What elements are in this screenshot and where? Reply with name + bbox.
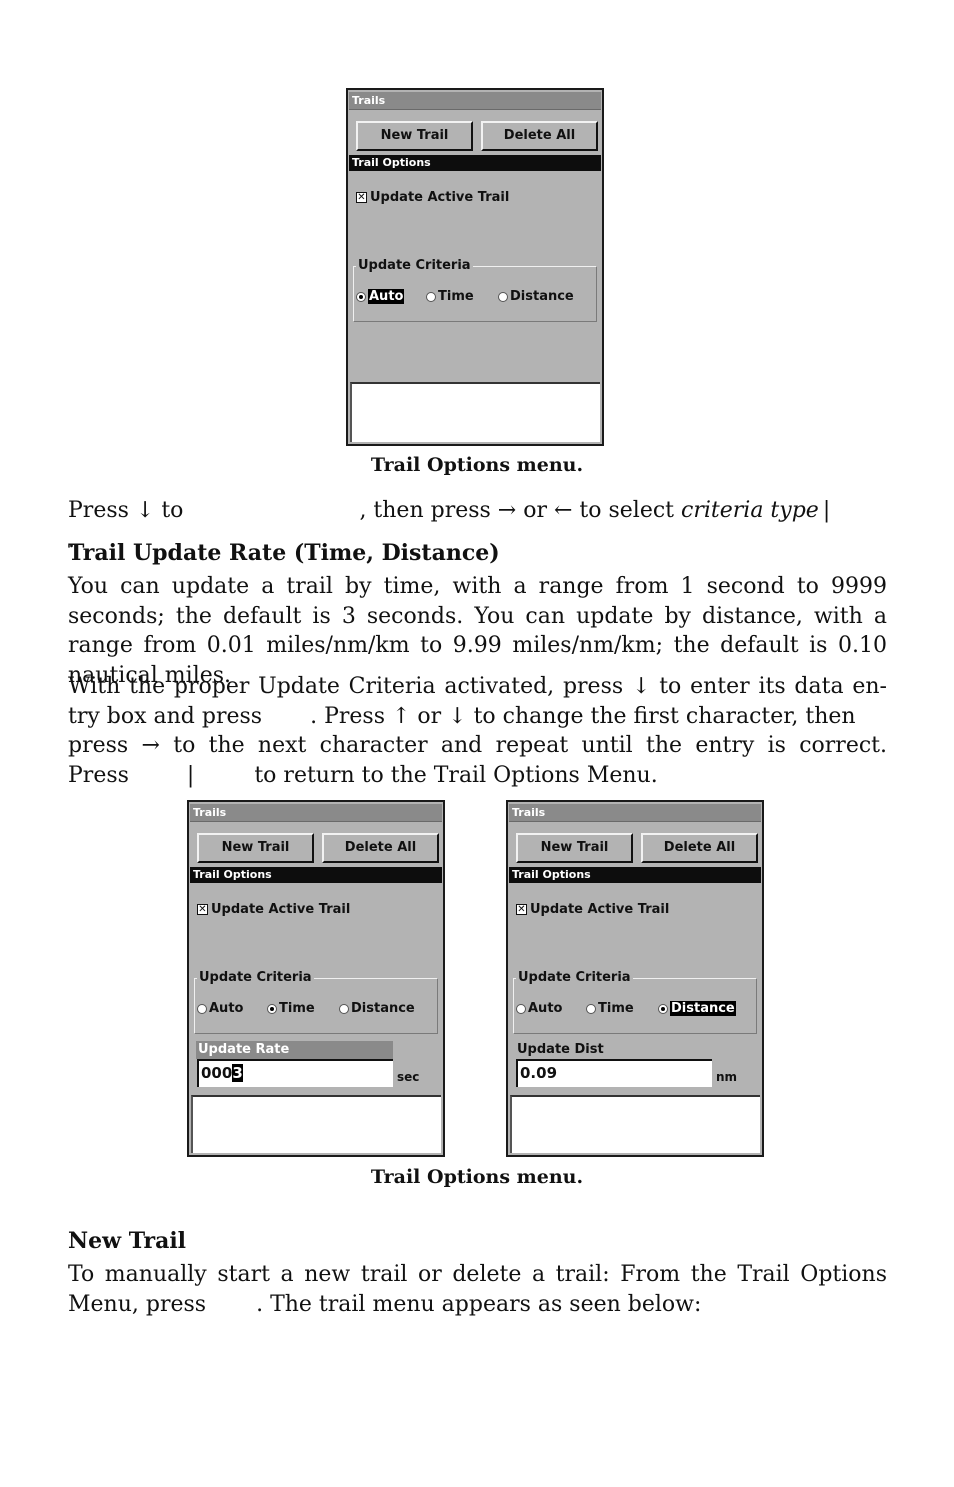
text-line: try box and press . Press ↑ or ↓ to chang… xyxy=(68,702,887,732)
paragraph-data-entry: With the proper Update Criteria activate… xyxy=(68,672,887,790)
trail-options-header: Trail Options xyxy=(509,867,761,883)
trail-options-screen-distance: Trails New Trail Delete All Trail Option… xyxy=(506,800,764,1157)
screen-title: Trails xyxy=(190,804,442,822)
update-criteria-group: Update Criteria Auto Time Distance xyxy=(513,970,757,1034)
update-active-trail-checkbox[interactable]: ✕ Update Active Trail xyxy=(197,902,350,917)
text-line: With the proper Update Criteria activate… xyxy=(68,674,887,699)
text-fragment: , then press → or ← to select xyxy=(359,498,675,523)
radio-label: Auto xyxy=(528,1001,563,1016)
radio-auto[interactable]: Auto xyxy=(197,1001,267,1016)
radio-label: Distance xyxy=(670,1001,736,1016)
paragraph-new-trail: To manually start a new trail or delete … xyxy=(68,1260,887,1319)
delete-all-button[interactable]: Delete All xyxy=(641,833,758,863)
section-heading-update-rate: Trail Update Rate (Time, Distance) xyxy=(68,540,500,566)
radio-time[interactable]: Time xyxy=(586,1001,658,1016)
input-cursor-char: 3 xyxy=(232,1064,243,1082)
text-fragment: try box and press xyxy=(68,703,263,729)
update-criteria-group: Update Criteria Auto Time Distance xyxy=(353,258,597,322)
new-trail-button[interactable]: New Trail xyxy=(197,833,314,863)
text-line: press → to the next character and repeat… xyxy=(68,733,887,758)
text-fragment-italic: criteria type xyxy=(681,498,819,523)
checkbox-label: Update Active Trail xyxy=(370,190,510,205)
checkbox-checked-icon: ✕ xyxy=(516,904,527,915)
radio-label: Time xyxy=(598,1001,634,1016)
text-fragment: | xyxy=(186,762,195,788)
radio-auto[interactable]: Auto xyxy=(516,1001,586,1016)
unit-label: sec xyxy=(397,1070,420,1084)
text-fragment: to return to the Trail Options Menu. xyxy=(254,762,658,788)
text-fragment: . Press ↑ or ↓ to change the first chara… xyxy=(310,703,856,729)
delete-all-button[interactable]: Delete All xyxy=(322,833,439,863)
radio-unselected-icon xyxy=(339,1003,349,1014)
section-heading-new-trail: New Trail xyxy=(68,1228,187,1254)
update-rate-label: Update Rate xyxy=(196,1041,393,1059)
text-fragment: | xyxy=(822,498,831,523)
checkbox-label: Update Active Trail xyxy=(530,902,670,917)
radio-unselected-icon xyxy=(498,291,508,302)
text-line: Press | to return to the Trail Options Men… xyxy=(68,761,887,791)
radio-unselected-icon xyxy=(586,1003,596,1014)
screen-title: Trails xyxy=(509,804,761,822)
status-box xyxy=(350,382,600,442)
trail-options-header: Trail Options xyxy=(190,867,442,883)
update-dist-input[interactable]: 0.09 xyxy=(516,1059,712,1087)
text-fragment: . The trail menu appears as seen below: xyxy=(256,1291,702,1317)
update-rate-input[interactable]: 0003 xyxy=(197,1059,393,1087)
radio-unselected-icon xyxy=(197,1003,207,1014)
radio-distance[interactable]: Distance xyxy=(498,289,574,304)
radio-time[interactable]: Time xyxy=(267,1001,339,1016)
text-fragment: Press xyxy=(68,762,129,788)
radio-label: Distance xyxy=(351,1001,415,1016)
update-active-trail-checkbox[interactable]: ✕ Update Active Trail xyxy=(356,190,509,205)
radio-distance[interactable]: Distance xyxy=(339,1001,415,1016)
input-value: 000 xyxy=(201,1064,233,1082)
new-trail-button[interactable]: New Trail xyxy=(356,121,473,151)
checkbox-label: Update Active Trail xyxy=(211,902,351,917)
text-line: To manually start a new trail or delete … xyxy=(68,1262,887,1287)
group-label: Update Criteria xyxy=(356,258,473,274)
radio-auto[interactable]: Auto xyxy=(356,289,426,304)
radio-unselected-icon xyxy=(426,291,436,302)
radio-label: Time xyxy=(438,289,474,304)
group-label: Update Criteria xyxy=(516,970,633,986)
status-box xyxy=(191,1095,441,1153)
radio-distance[interactable]: Distance xyxy=(658,1001,736,1016)
new-trail-button[interactable]: New Trail xyxy=(516,833,633,863)
update-criteria-group: Update Criteria Auto Time Distance xyxy=(194,970,438,1034)
radio-label: Auto xyxy=(368,289,405,304)
trail-options-screen-auto: Trails New Trail Delete All Trail Option… xyxy=(346,88,604,446)
text-fragment: Menu, press xyxy=(68,1291,207,1317)
delete-all-button[interactable]: Delete All xyxy=(481,121,598,151)
text-fragment: Press ↓ to xyxy=(68,498,184,523)
trail-options-header: Trail Options xyxy=(349,155,601,171)
status-box xyxy=(510,1095,760,1153)
radio-label: Auto xyxy=(209,1001,244,1016)
radio-selected-icon xyxy=(356,291,366,302)
radio-unselected-icon xyxy=(516,1003,526,1014)
radio-selected-icon xyxy=(658,1003,668,1014)
text-line: Menu, press . The trail menu appears as s… xyxy=(68,1290,887,1320)
update-active-trail-checkbox[interactable]: ✕ Update Active Trail xyxy=(516,902,669,917)
figure-caption: Trail Options menu. xyxy=(370,1166,584,1188)
unit-label: nm xyxy=(716,1070,738,1084)
radio-label: Distance xyxy=(510,289,574,304)
input-value: 0.09 xyxy=(520,1064,558,1082)
checkbox-checked-icon: ✕ xyxy=(356,192,367,203)
radio-label: Time xyxy=(279,1001,315,1016)
group-label: Update Criteria xyxy=(197,970,314,986)
trail-options-screen-time: Trails New Trail Delete All Trail Option… xyxy=(187,800,445,1157)
figure-caption: Trail Options menu. xyxy=(370,454,584,476)
screen-title: Trails xyxy=(349,92,601,110)
radio-selected-icon xyxy=(267,1003,277,1014)
update-dist-label: Update Dist xyxy=(517,1042,604,1057)
checkbox-checked-icon: ✕ xyxy=(197,904,208,915)
radio-time[interactable]: Time xyxy=(426,289,498,304)
